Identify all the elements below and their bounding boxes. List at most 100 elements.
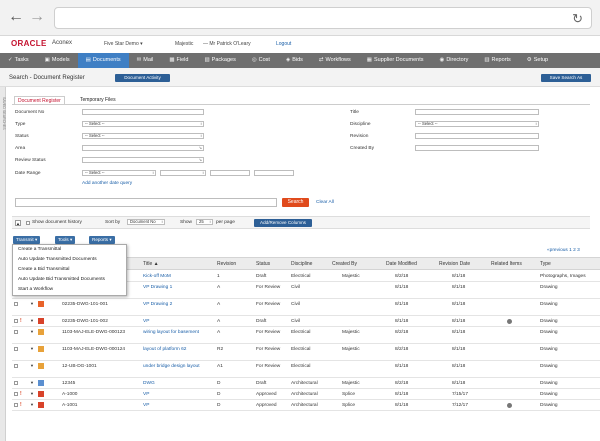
menu-item-workflows[interactable]: ⇄ Workflows [311, 53, 359, 68]
table-row[interactable]: ▼ 12345 DWG D Draft Architectural Majestic 8/2/… [12, 378, 600, 389]
page-numbers[interactable]: 1 2 3 [569, 248, 580, 253]
menu-item-cost[interactable]: ◎ Cost [244, 53, 278, 68]
menu-item-mail[interactable]: ✉ Mail [129, 53, 162, 68]
title-link[interactable]: under bridge design layout [143, 364, 213, 370]
row-menu-icon[interactable]: ▼ [30, 391, 34, 396]
pagination[interactable]: «previous 1 2 3 [547, 248, 580, 253]
column-header-type[interactable]: Type [540, 261, 551, 267]
reports-button[interactable]: Reports ▾ [89, 236, 115, 244]
address-bar[interactable]: ↻ [54, 7, 592, 29]
title-link[interactable]: VP Drawing 1 [143, 285, 213, 291]
transmit-menu-item[interactable]: Start a Workflow [13, 285, 126, 295]
column-header-date-modified[interactable]: Date Modified [386, 261, 417, 267]
row-checkbox[interactable] [14, 330, 18, 334]
tools-button[interactable]: Tools ▾ [55, 236, 76, 244]
date-to-input[interactable] [254, 170, 294, 176]
date-range-select[interactable]: -- Select -- ↕ [82, 170, 156, 176]
column-header-related-items[interactable]: Related Items [491, 261, 522, 267]
title-link[interactable]: DWG [143, 381, 213, 387]
save-search-as-button[interactable]: Save Search As [541, 74, 591, 82]
menu-item-bids[interactable]: ◈ Bids [278, 53, 311, 68]
table-row[interactable]: ! ▼ A-1001 VP D Approved Architectural Splice 8/… [12, 400, 600, 411]
transmit-menu-item[interactable]: Auto Update Bid Transmitted Documents [13, 275, 126, 285]
menu-item-directory[interactable]: ◉ Directory [432, 53, 477, 68]
column-header-revision[interactable]: Revision [217, 261, 236, 267]
row-menu-icon[interactable]: ▼ [30, 380, 34, 385]
date-from-input[interactable] [210, 170, 250, 176]
title-link[interactable]: layout of platform 62 [143, 347, 213, 353]
previous-page-link[interactable]: «previous [547, 248, 568, 253]
type-select[interactable]: -- Select -- ↕ [82, 121, 204, 127]
column-header-status[interactable]: Status [256, 261, 270, 267]
transmit-menu-item[interactable]: Create a Bid Transmittal [13, 265, 126, 275]
back-arrow-icon[interactable]: ← [8, 9, 24, 25]
menu-item-documents[interactable]: ▤ Documents [77, 53, 129, 68]
table-row[interactable]: ▼ 1103-MAJ-ELE-DWG-000124 layout of platfo… [12, 344, 600, 361]
area-select[interactable]: ↘ [82, 145, 204, 151]
title-link[interactable]: VP [143, 403, 213, 409]
table-row[interactable]: ▼ 02235-DWG-101-001 VP Drawing 2 A For Revie… [12, 299, 600, 316]
review-status-select[interactable]: ↘ [82, 157, 204, 163]
forward-arrow-icon[interactable]: → [29, 9, 45, 25]
document-no-input[interactable] [82, 109, 204, 115]
table-row[interactable]: ! ▼ 02235-DWG-101-002 VP A Draft Civil 8/1/18 8/… [12, 316, 600, 327]
full-text-search-input[interactable] [15, 198, 277, 207]
title-link[interactable]: VP [143, 392, 213, 398]
row-menu-icon[interactable]: ▼ [30, 402, 34, 407]
document-activity-button[interactable]: Document Activity [115, 74, 170, 82]
title-link[interactable]: VP [143, 319, 213, 325]
discipline-select[interactable]: -- Select -- ↕ [415, 121, 539, 127]
column-header-discipline[interactable]: Discipline [291, 261, 312, 267]
row-checkbox[interactable] [14, 381, 18, 385]
search-button[interactable]: Search [282, 198, 309, 207]
reload-icon[interactable]: ↻ [572, 11, 583, 27]
menu-item-supplier-documents[interactable]: ▦ Supplier Documents [359, 53, 432, 68]
row-menu-icon[interactable]: ▼ [30, 363, 34, 368]
date-range-secondary-select[interactable]: ↕ [160, 170, 206, 176]
title-input[interactable] [415, 109, 539, 115]
row-checkbox[interactable] [14, 319, 18, 323]
revision-input[interactable] [415, 133, 539, 139]
row-menu-icon[interactable]: ▼ [30, 301, 34, 306]
created-by-input[interactable] [415, 145, 539, 151]
title-link[interactable]: Kick-off MoM [143, 274, 213, 280]
show-history-checkbox[interactable] [26, 221, 30, 225]
table-row[interactable]: ▼ 12-UB-DG-1001 under bridge design layout… [12, 361, 600, 378]
row-checkbox[interactable] [14, 364, 18, 368]
row-checkbox[interactable] [14, 392, 18, 396]
title-link[interactable]: VP Drawing 2 [143, 302, 213, 308]
add-remove-columns-button[interactable]: Add/Remove Columns [254, 219, 312, 227]
column-header-created-by[interactable]: Created By [332, 261, 357, 267]
row-menu-icon[interactable]: ▼ [30, 346, 34, 351]
clear-all-link[interactable]: Clear All [316, 200, 334, 205]
menu-item-packages[interactable]: ▧ Packages [196, 53, 243, 68]
title-link[interactable]: wiring layout for basement [143, 330, 213, 336]
related-items-icon[interactable] [507, 403, 512, 408]
add-date-query-link[interactable]: Add another date query [82, 181, 132, 186]
row-checkbox[interactable] [14, 302, 18, 306]
transmit-button[interactable]: Transmit ▾ [13, 236, 41, 244]
menu-item-field[interactable]: ▩ Field [161, 53, 196, 68]
saved-searches-sidebar[interactable]: SAVED SEARCHES [0, 87, 6, 441]
page-size-select[interactable]: 25 ↕ [196, 219, 213, 225]
menu-item-models[interactable]: ▣ Models [37, 53, 78, 68]
column-header-title[interactable]: Title ▲ [143, 261, 159, 267]
transmit-menu-item[interactable]: Create a Transmittal [13, 245, 126, 255]
row-checkbox[interactable] [14, 347, 18, 351]
row-checkbox[interactable] [14, 403, 18, 407]
menu-item-setup[interactable]: ⚙ Setup [519, 53, 556, 68]
status-select[interactable]: -- Select -- ↕ [82, 133, 204, 139]
table-row[interactable]: ▼ 1103-MAJ-ELE-DWG-000123 wiring layout fo… [12, 327, 600, 344]
column-header-revision-date[interactable]: Revision Date [439, 261, 470, 267]
table-row[interactable]: ! ▼ A-1000 VP D Approved Architectural Splice 8/… [12, 389, 600, 400]
transmit-menu-item[interactable]: Auto Update Transmitted Documents [13, 255, 126, 265]
collapse-icon[interactable]: ▲ [15, 220, 21, 226]
project-selector[interactable]: Five Star Demo ▾ [104, 41, 143, 47]
related-items-icon[interactable] [507, 319, 512, 324]
row-menu-icon[interactable]: ▼ [30, 329, 34, 334]
menu-item-tasks[interactable]: ✓ Tasks [0, 53, 37, 68]
logout-link[interactable]: Logout [276, 41, 291, 47]
sort-by-select[interactable]: Document No ↕ [127, 219, 165, 225]
menu-item-reports[interactable]: ▥ Reports [476, 53, 518, 68]
row-menu-icon[interactable]: ▼ [30, 318, 34, 323]
